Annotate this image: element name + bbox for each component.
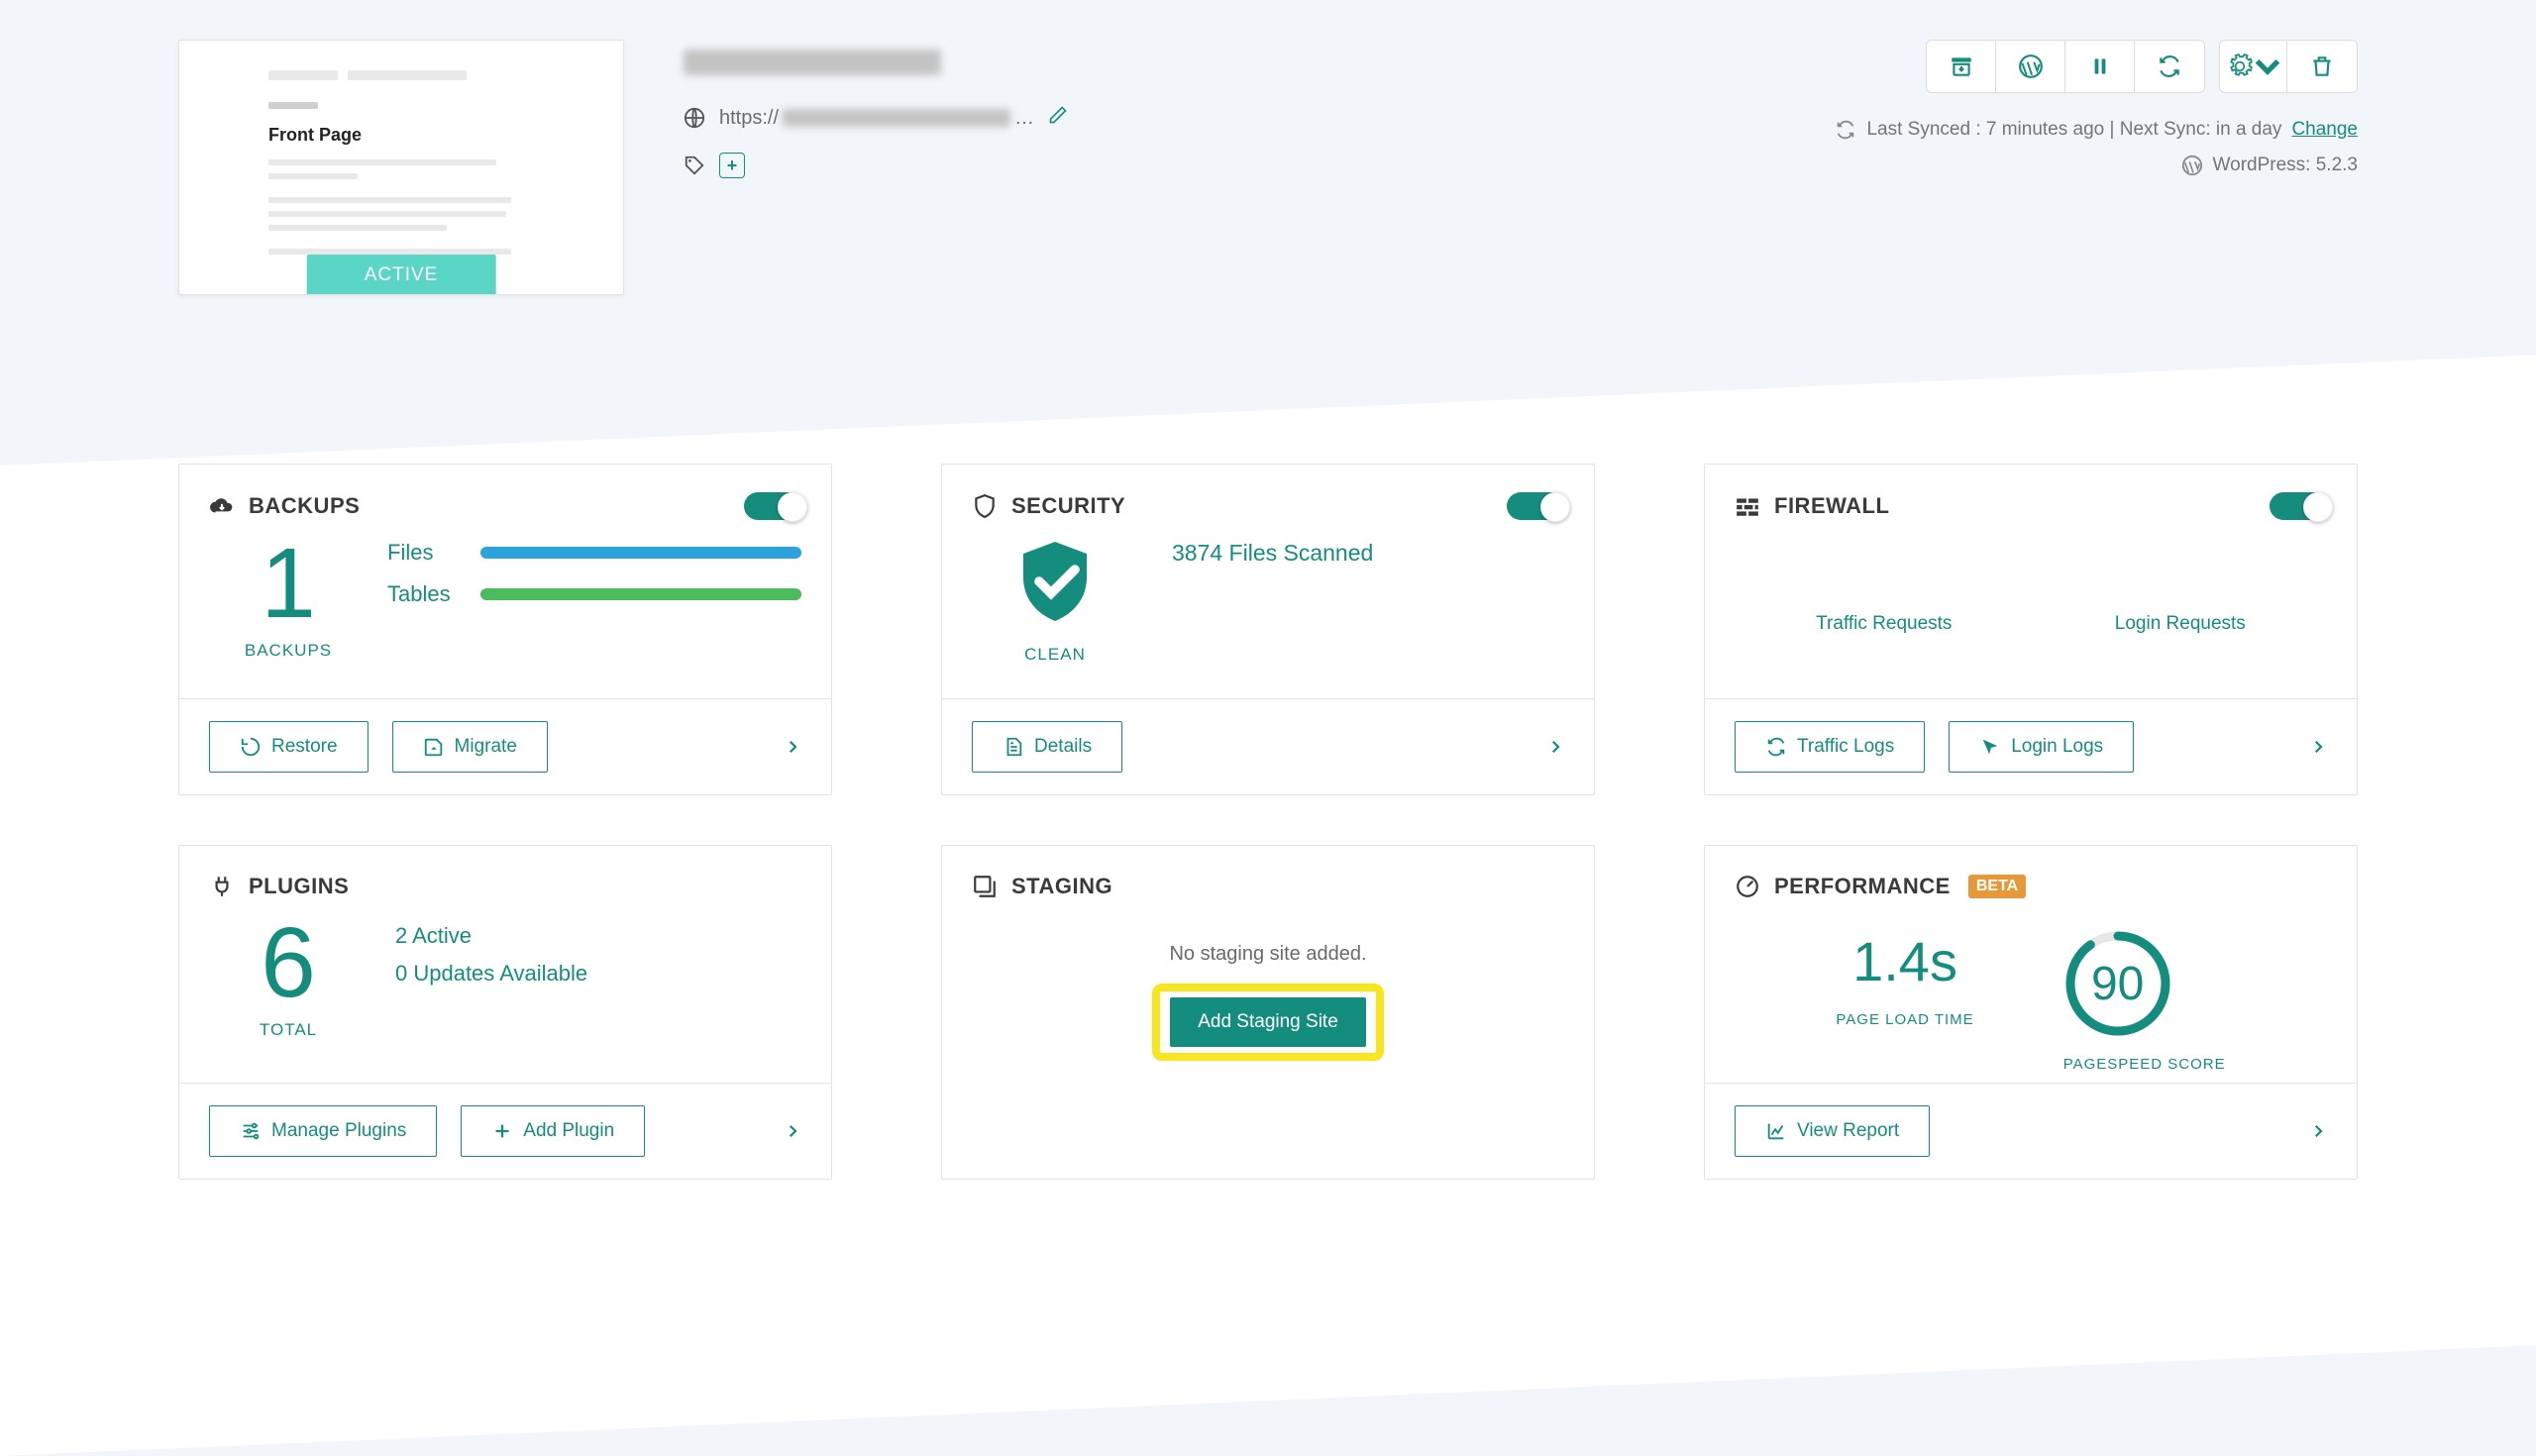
firewall-expand[interactable] (2309, 731, 2327, 763)
highlight-frame: Add Staging Site (1152, 984, 1384, 1061)
migrate-button[interactable]: Migrate (392, 721, 548, 773)
card-performance: PERFORMANCE BETA 1.4s PAGE LOAD TIME (1704, 845, 2358, 1180)
chart-icon (1765, 1120, 1787, 1142)
pagespeed-label: PAGESPEED SCORE (2063, 1056, 2226, 1073)
page-load-label: PAGE LOAD TIME (1836, 1011, 1973, 1028)
login-requests-label: Login Requests (2115, 613, 2246, 635)
plugins-expand[interactable] (784, 1115, 801, 1147)
card-backups: BACKUPS 1 BACKUPS Files Tables (178, 464, 832, 795)
wordpress-icon (2181, 155, 2203, 176)
wordpress-version: WordPress: 5.2.3 (2213, 155, 2358, 176)
backups-sublabel: BACKUPS (229, 641, 348, 661)
backups-toggle[interactable] (744, 492, 801, 520)
plugins-updates: 0 Updates Available (395, 961, 587, 987)
delete-button[interactable] (2287, 41, 2357, 92)
backups-count: 1 (229, 534, 348, 633)
add-staging-button[interactable]: Add Staging Site (1170, 997, 1366, 1047)
staging-message: No staging site added. (972, 943, 1564, 966)
backups-expand[interactable] (784, 731, 801, 763)
cloud-icon (209, 493, 235, 519)
pagespeed-gauge: 90 (2063, 929, 2172, 1038)
login-logs-button[interactable]: Login Logs (1949, 721, 2134, 773)
site-title (684, 50, 1775, 83)
layers-icon (972, 874, 998, 899)
performance-title: PERFORMANCE (1774, 874, 1951, 899)
globe-icon (684, 107, 705, 129)
files-label: Files (387, 540, 457, 566)
traffic-requests-label: Traffic Requests (1816, 613, 1952, 635)
wordpress-button[interactable] (1996, 41, 2065, 92)
sync-status-icon (1835, 119, 1856, 141)
change-sync-link[interactable]: Change (2291, 119, 2358, 141)
plugins-active: 2 Active (395, 923, 587, 949)
pagespeed-score: 90 (2063, 929, 2172, 1038)
plugins-sublabel: TOTAL (229, 1020, 348, 1040)
firewall-toggle[interactable] (2270, 492, 2327, 520)
card-plugins: PLUGINS 6 TOTAL 2 Active 0 Updates Avail… (178, 845, 832, 1180)
firewall-title: FIREWALL (1774, 493, 1889, 519)
edit-url-icon[interactable] (1048, 105, 1068, 131)
site-header: Front Page ACTIVE https:// (178, 40, 2358, 295)
firewall-icon (1735, 493, 1760, 519)
thumbnail-heading: Front Page (268, 125, 534, 146)
shield-check-icon (1007, 534, 1103, 629)
traffic-logs-button[interactable]: Traffic Logs (1735, 721, 1925, 773)
beta-badge: BETA (1968, 875, 2026, 898)
security-expand[interactable] (1546, 731, 1564, 763)
restore-icon (240, 736, 262, 758)
security-toggle[interactable] (1507, 492, 1564, 520)
settings-button[interactable] (2220, 41, 2287, 92)
security-status: CLEAN (996, 645, 1114, 665)
plus-icon (491, 1120, 513, 1142)
files-bar (480, 547, 801, 559)
add-plugin-button[interactable]: Add Plugin (461, 1105, 645, 1157)
security-title: SECURITY (1011, 493, 1125, 519)
plugins-count: 6 (229, 913, 348, 1012)
pause-button[interactable] (2065, 41, 2135, 92)
migrate-icon (423, 736, 445, 758)
tag-icon (684, 155, 705, 176)
add-tag-button[interactable]: + (719, 153, 745, 178)
restore-button[interactable]: Restore (209, 721, 369, 773)
site-thumbnail[interactable]: Front Page ACTIVE (178, 40, 624, 295)
sync-button[interactable] (2135, 41, 2204, 92)
status-badge: ACTIVE (307, 255, 496, 295)
card-firewall: FIREWALL Traffic Requests Login Requests… (1704, 464, 2358, 795)
page-load-time: 1.4s (1836, 929, 1973, 993)
staging-title: STAGING (1011, 874, 1112, 899)
details-icon (1003, 736, 1024, 758)
manage-plugins-button[interactable]: Manage Plugins (209, 1105, 437, 1157)
tables-label: Tables (387, 581, 457, 607)
security-summary: 3874 Files Scanned (1172, 540, 1373, 567)
site-url: https://… (719, 107, 1034, 130)
gauge-icon (1735, 874, 1760, 899)
view-report-button[interactable]: View Report (1735, 1105, 1930, 1157)
backups-title: BACKUPS (249, 493, 360, 519)
plug-icon (209, 874, 235, 899)
card-staging: STAGING No staging site added. Add Stagi… (941, 845, 1595, 1180)
tables-bar (480, 588, 801, 600)
last-synced-text: Last Synced : 7 minutes ago | Next Sync:… (1866, 119, 2281, 141)
shield-small-icon (972, 493, 998, 519)
cursor-icon (1979, 736, 2001, 758)
security-details-button[interactable]: Details (972, 721, 1122, 773)
plugins-title: PLUGINS (249, 874, 349, 899)
card-security: SECURITY CLEAN 3874 Files Scanned (941, 464, 1595, 795)
sliders-icon (240, 1120, 262, 1142)
performance-expand[interactable] (2309, 1115, 2327, 1147)
refresh-icon (1765, 736, 1787, 758)
archive-button[interactable] (1927, 41, 1996, 92)
